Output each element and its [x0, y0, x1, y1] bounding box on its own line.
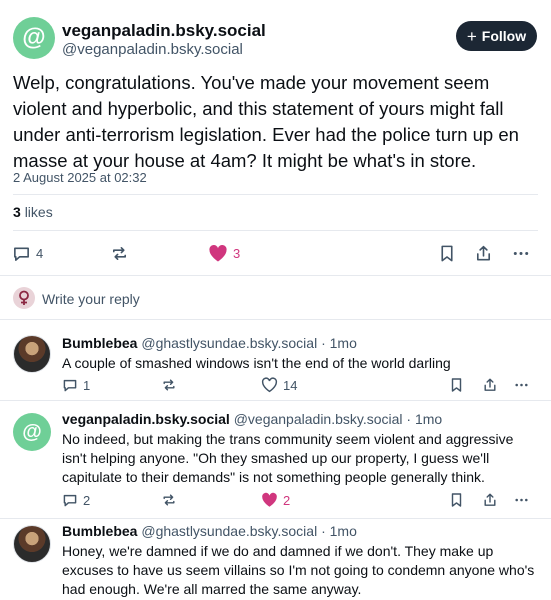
reply-icon: [14, 247, 29, 261]
reply-button[interactable]: 1: [62, 377, 90, 393]
reply-header: veganpaladin.bsky.social @veganpaladin.b…: [62, 411, 442, 427]
reply-count: 1: [83, 377, 91, 393]
at-sign-icon: @: [22, 420, 42, 443]
repost-icon: [163, 494, 175, 506]
post-timestamp[interactable]: 2 August 2025 at 02:32: [13, 170, 147, 185]
follow-label: Follow: [481, 28, 527, 44]
likes-label: likes: [24, 204, 53, 220]
main-post: @ veganpaladin.bsky.social @veganpaladin…: [0, 0, 551, 276]
author-display-name[interactable]: Bumblebea: [62, 335, 137, 351]
separator-dot: ·: [321, 335, 326, 351]
reply-post: Bumblebea @ghastlysundae.bsky.social · 1…: [0, 321, 551, 401]
avatar[interactable]: [13, 525, 51, 563]
divider: [13, 194, 538, 195]
reply-text: A couple of smashed windows isn't the en…: [62, 355, 451, 371]
share-button[interactable]: [482, 492, 498, 508]
reply-text: No indeed, but making the trans communit…: [62, 431, 514, 485]
venus-symbol-icon: [19, 290, 29, 305]
reply-input-placeholder[interactable]: Write your reply: [42, 291, 140, 307]
divider: [13, 230, 538, 231]
likes-count: 3: [13, 204, 21, 220]
reply-count: 4: [36, 246, 44, 261]
reply-button[interactable]: 2: [62, 492, 90, 508]
like-count: 14: [283, 377, 298, 393]
repost-button[interactable]: [161, 492, 177, 508]
like-count: 3: [233, 246, 241, 261]
separator-dot: ·: [321, 523, 326, 539]
avatar[interactable]: [13, 335, 51, 373]
reply-composer[interactable]: Write your reply: [0, 277, 551, 320]
bookmark-icon: [451, 493, 462, 507]
bookmark-icon: [451, 378, 462, 392]
author-handle[interactable]: @veganpaladin.bsky.social: [234, 411, 403, 427]
share-icon: [476, 245, 491, 261]
bookmark-icon: [441, 245, 453, 262]
author-display-name[interactable]: veganpaladin.bsky.social: [62, 21, 266, 41]
reply-post: Bumblebea @ghastlysundae.bsky.social · 1…: [0, 519, 551, 600]
share-button[interactable]: [482, 377, 498, 393]
more-options-button[interactable]: [513, 492, 530, 508]
post-age[interactable]: 1mo: [330, 335, 357, 351]
reply-button[interactable]: 4: [12, 244, 43, 263]
share-icon: [484, 378, 496, 391]
share-button[interactable]: [474, 244, 493, 263]
like-button[interactable]: 14: [261, 377, 297, 393]
ellipsis-icon: [515, 383, 528, 387]
reply-count: 2: [83, 492, 91, 508]
follow-button[interactable]: + Follow: [456, 21, 537, 51]
share-icon: [484, 493, 496, 506]
author-display-name[interactable]: Bumblebea: [62, 523, 137, 539]
avatar[interactable]: @: [13, 17, 55, 59]
like-count: 2: [283, 492, 291, 508]
post-age[interactable]: 1mo: [415, 411, 442, 427]
post-age[interactable]: 1mo: [330, 523, 357, 539]
reply-header: Bumblebea @ghastlysundae.bsky.social · 1…: [62, 523, 357, 539]
bookmark-button[interactable]: [449, 492, 464, 508]
plus-icon: +: [466, 26, 477, 46]
post-text: Welp, congratulations. You've made your …: [13, 72, 519, 171]
repost-icon: [112, 246, 127, 261]
likes-summary[interactable]: 3 likes: [13, 204, 53, 220]
at-sign-icon: @: [22, 24, 46, 51]
ellipsis-icon: [513, 251, 529, 256]
bookmark-button[interactable]: [449, 377, 464, 393]
reply-text: Honey, we're damned if we do and damned …: [62, 543, 535, 597]
reply-icon: [63, 494, 77, 507]
avatar[interactable]: @: [13, 413, 51, 451]
author-display-name[interactable]: veganpaladin.bsky.social: [62, 411, 230, 427]
author-handle[interactable]: @ghastlysundae.bsky.social: [141, 523, 317, 539]
like-button[interactable]: 3: [208, 244, 240, 263]
reply-icon: [63, 379, 77, 392]
heart-outline-icon: [261, 377, 278, 393]
avatar: [13, 287, 35, 309]
heart-filled-icon: [209, 244, 227, 262]
bookmark-button[interactable]: [438, 244, 456, 263]
repost-icon: [163, 379, 175, 391]
more-options-button[interactable]: [513, 377, 530, 393]
reply-header: Bumblebea @ghastlysundae.bsky.social · 1…: [62, 335, 357, 351]
more-options-button[interactable]: [511, 244, 531, 263]
separator-dot: ·: [406, 411, 412, 427]
heart-filled-icon: [262, 492, 277, 507]
like-button[interactable]: 2: [261, 492, 290, 508]
author-handle[interactable]: @ghastlysundae.bsky.social: [141, 335, 317, 351]
repost-button[interactable]: [110, 244, 129, 263]
repost-button[interactable]: [161, 377, 177, 393]
ellipsis-icon: [515, 498, 528, 502]
reply-post: @ veganpaladin.bsky.social @veganpaladin…: [0, 401, 551, 519]
author-handle[interactable]: @veganpaladin.bsky.social: [62, 41, 243, 58]
